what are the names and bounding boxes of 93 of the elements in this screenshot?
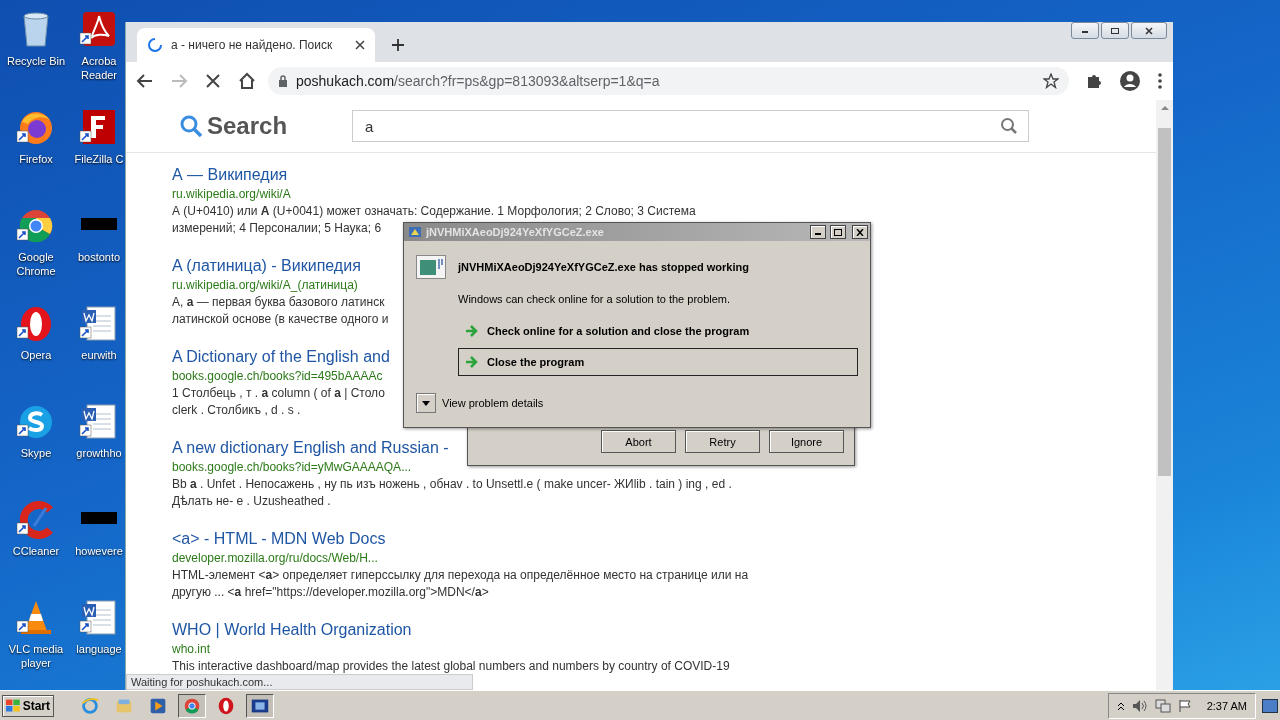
result-title-link[interactable]: A Dictionary of the English and	[172, 347, 390, 367]
lock-icon[interactable]	[278, 75, 288, 87]
scrollbar[interactable]	[1156, 100, 1173, 690]
result-snippet: латинской основе (в качестве одного и	[172, 311, 389, 328]
desktop-icon-label[interactable]: Opera	[20, 348, 52, 362]
desktop-icon-label[interactable]: Recycle Bin	[6, 54, 66, 68]
maximize-icon[interactable]	[834, 228, 842, 236]
result-url: ru.wikipedia.org/wiki/A	[172, 186, 291, 203]
app-icon	[408, 225, 422, 239]
desktop-icon-label[interactable]: eurwith	[81, 348, 117, 362]
result-url: books.google.ch/books?id=yMwGAAAAQA...	[172, 459, 412, 476]
document-icon[interactable]	[79, 402, 119, 442]
puzzle-icon[interactable]	[1085, 72, 1103, 90]
dialog-button[interactable]: Ignore	[769, 430, 844, 453]
error-heading: jNVHMiXAeoDj924YeXfYGCeZ.exe has stopped working	[458, 261, 749, 273]
desktop-icon-label[interactable]: FileZilla C	[74, 152, 124, 166]
show-desktop-icon[interactable]	[1262, 698, 1278, 713]
program-window-icon	[416, 255, 446, 279]
ccleaner-icon[interactable]	[16, 500, 56, 540]
desktop-icon-label[interactable]: growthho	[76, 446, 122, 460]
result-title-link[interactable]: A (латиница) - Википедия	[172, 256, 361, 276]
document-icon[interactable]	[79, 304, 119, 344]
caret-icon[interactable]	[422, 400, 430, 406]
address-bar[interactable]: poshukach.com/search?fr=ps&gp=813093&altserp=1&q=a	[268, 67, 1069, 95]
expand-button[interactable]	[416, 393, 436, 413]
maximize-icon[interactable]	[1110, 26, 1120, 35]
scroll-up-icon[interactable]	[1160, 105, 1169, 111]
home-icon[interactable]	[238, 72, 256, 90]
desktop-icon-label[interactable]: language	[76, 642, 122, 656]
maximize-button[interactable]	[830, 225, 846, 239]
close-button[interactable]	[852, 225, 868, 239]
dialog-option[interactable]: Close the program	[458, 348, 858, 376]
result-snippet: Дѣлать не- е . Uzusheathed .	[172, 493, 331, 510]
close-icon[interactable]	[1144, 26, 1154, 35]
result-url: who.int	[172, 641, 211, 658]
chevron-icon[interactable]	[1116, 700, 1125, 711]
dialog-title: jNVHMiXAeoDj924YeXfYGCeZ.exe	[426, 226, 605, 238]
loading-spinner-icon	[147, 37, 163, 53]
desktop-icon-label[interactable]: howevere	[75, 544, 123, 558]
desktop-icon-label[interactable]: CCleaner	[12, 544, 60, 558]
desktop-icon-label[interactable]: Google Chrome	[2, 250, 70, 278]
result-snippet: измерений; 4 Персоналии; 5 Наука; 6	[172, 220, 382, 237]
start-button[interactable]: Start	[2, 694, 54, 717]
profile-icon[interactable]	[1119, 70, 1141, 92]
result-url: ru.wikipedia.org/wiki/A_(латиница)	[172, 277, 358, 294]
result-snippet: This interactive dashboard/map provides the latest global numbers and numbers by country of COVID-19	[172, 658, 730, 675]
maximize-button[interactable]	[1101, 22, 1129, 39]
result-snippet: 1 Столбець , т . а column ( of а | Столо	[172, 385, 385, 402]
desktop-icon-label[interactable]: VLC media player	[2, 642, 70, 670]
dialog-button[interactable]: Retry	[685, 430, 760, 453]
minimize-button[interactable]	[1071, 22, 1099, 39]
chrome-icon[interactable]	[178, 693, 206, 718]
error-message: Windows can check online for a solution to the problem.	[458, 293, 732, 305]
search-field[interactable]: a	[352, 110, 1029, 142]
desktop-icon-label[interactable]: bostonto	[77, 250, 121, 264]
site-logo[interactable]: Search	[207, 112, 288, 140]
result-snippet: А (U+0410) или A (U+0041) может означать: Содержание. 1 Морфология; 2 Слово; 3 Система	[172, 203, 696, 220]
back-icon[interactable]	[136, 72, 154, 90]
result-snippet: HTML-элемент <a> определяет гиперссылку для перехода на определённое место на странице или на	[172, 567, 749, 584]
result-title-link[interactable]: <a> - HTML - MDN Web Docs	[172, 529, 386, 549]
search-icon[interactable]	[1000, 117, 1018, 135]
network-icon[interactable]	[1154, 698, 1171, 713]
new-tab-icon[interactable]	[391, 38, 405, 52]
result-url: books.google.ch/books?id=495bAAAAc	[172, 368, 383, 385]
desktop-icon-label[interactable]: Acroba Reader	[80, 54, 118, 82]
browser-tab[interactable]: а - ничего не найдено. Поиск	[137, 28, 375, 62]
star-icon[interactable]	[1043, 73, 1059, 89]
result-snippet: A, a — первая буква базового латинск	[172, 294, 385, 311]
result-url: developer.mozilla.org/ru/docs/Web/H...	[172, 550, 378, 567]
stop-icon[interactable]	[204, 72, 222, 90]
close-icon[interactable]	[355, 40, 365, 50]
search-icon	[179, 114, 203, 138]
desktop-icon-label[interactable]: Skype	[20, 446, 52, 460]
window-icon[interactable]	[246, 693, 274, 718]
result-snippet: другую ... <a href="https://developer.mozilla.org">MDN</a>	[172, 584, 489, 601]
clock[interactable]: 2:37 AM	[1206, 699, 1247, 712]
windows-logo-icon[interactable]	[6, 698, 21, 713]
status-bar: Waiting for poshukach.com...	[126, 674, 473, 690]
result-title-link[interactable]: WHO | World Health Organization	[172, 620, 412, 640]
menu-icon[interactable]	[1157, 72, 1163, 90]
result-title-link[interactable]: А — Википедия	[172, 165, 288, 185]
details-link[interactable]: View problem details	[442, 397, 544, 409]
result-snippet: clerk . Столбикъ , d . s .	[172, 402, 301, 419]
dialog-option[interactable]: Check online for a solution and close the program	[458, 317, 858, 345]
speaker-icon[interactable]	[1131, 698, 1148, 713]
flag-icon[interactable]	[1177, 698, 1192, 713]
minimize-button[interactable]	[810, 225, 826, 239]
desktop-icon-label[interactable]: Firefox	[19, 152, 53, 166]
dialog-button[interactable]: Abort	[601, 430, 676, 453]
close-icon[interactable]	[856, 228, 864, 236]
document-icon[interactable]	[79, 598, 119, 638]
result-title-link[interactable]: A new dictionary English and Russian -	[172, 438, 449, 458]
result-snippet: Bb а . Unfet . Непосажень , ну пь изъ ножень , обнav . to Unsettl.e ( make uncer- ЖИlib . tain ) ing , ed .	[172, 476, 732, 493]
